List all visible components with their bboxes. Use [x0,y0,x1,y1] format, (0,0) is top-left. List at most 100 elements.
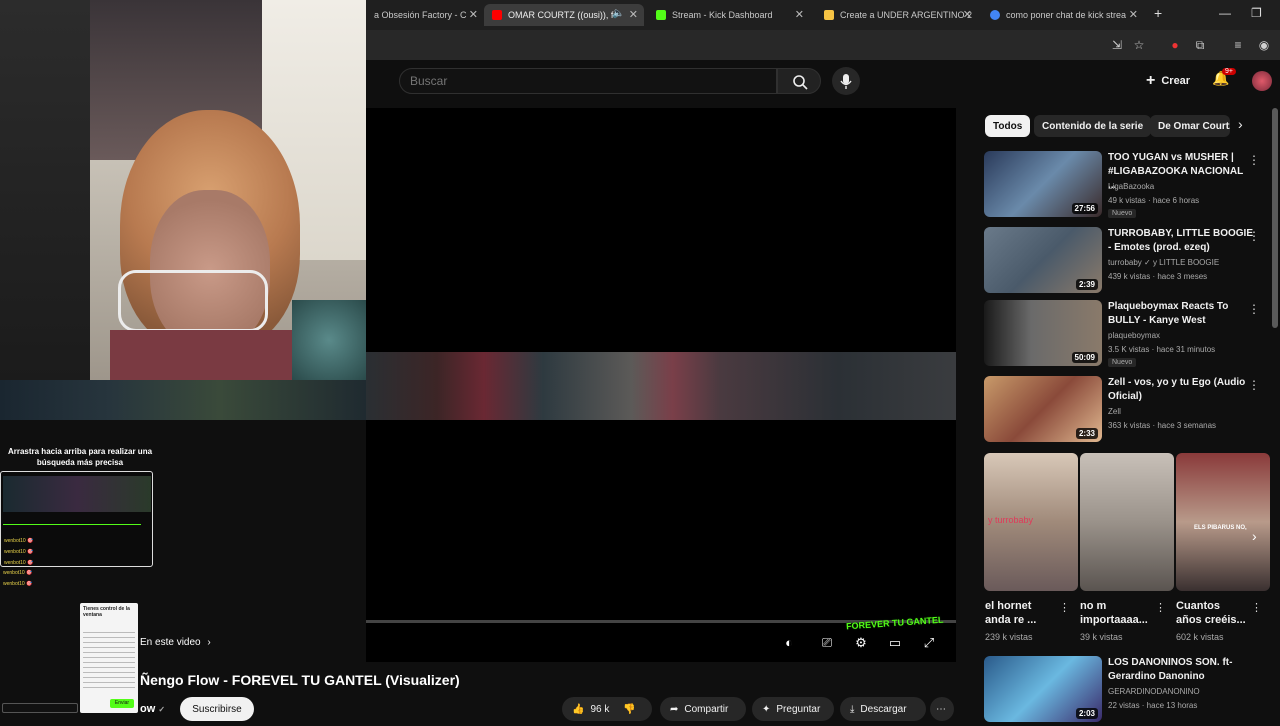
chat-message: wenbot10 🎯 [3,570,33,576]
short-views: 239 k vistas [985,632,1033,642]
short-views: 39 k vistas [1080,632,1123,642]
more-actions-button[interactable]: ⋯ [930,697,954,721]
recommendation-title[interactable]: LOS DANONINOS SON. ft- Gerardino Danonin… [1108,656,1254,684]
short-thumbnail[interactable]: y turrobaby [984,453,1078,591]
like-dislike-group[interactable]: 👍 96 k 👎 [562,697,652,721]
recommendation-channel[interactable]: turrobaby ✓ y LITTLE BOOGIE [1108,258,1219,267]
new-tab-icon[interactable]: + [1154,5,1162,21]
install-app-icon[interactable]: ⇲ [1109,37,1125,53]
plus-icon: + [1146,72,1156,89]
notifications-button[interactable]: 🔔 9+ [1212,68,1236,90]
video-thumbnail[interactable]: 2:33 [984,376,1102,442]
short-title[interactable]: no m importaaaa... [1080,599,1152,627]
tab-omar-courtz[interactable]: OMAR COURTZ ((ousi)), f 🔈 ✕ [484,4,644,26]
video-thumbnail[interactable]: 50:09 [984,300,1102,366]
chevron-right-icon[interactable]: › [1252,528,1257,544]
chip-omar-courtz[interactable]: De Omar Courtz [1150,115,1230,137]
media-controls-icon[interactable]: ≡ [1230,37,1246,53]
autoplay-toggle-icon[interactable]: ◐ [780,634,798,652]
settings-gear-icon[interactable]: ⚙ [852,634,870,652]
more-vertical-icon[interactable]: ⋮ [1251,601,1262,614]
chevron-right-icon[interactable]: › [1238,116,1243,132]
create-button[interactable]: + Crear [1146,72,1190,90]
tab-kick-dashboard[interactable]: Stream - Kick Dashboard ✕ [648,4,810,26]
page-scrollbar[interactable] [1272,108,1278,328]
ask-button[interactable]: ✦ Preguntar [752,697,834,721]
minimize-icon[interactable]: — [1219,6,1231,20]
close-icon[interactable]: ✕ [469,8,478,21]
close-icon[interactable]: ✕ [1129,8,1138,21]
recommendation-channel[interactable]: plaqueboymax [1108,331,1160,340]
thumbs-up-icon[interactable]: 👍 [572,704,584,715]
chip-label: Todos [993,120,1023,132]
verified-icon: ✓ [158,705,166,714]
search-button[interactable] [777,68,821,94]
send-button[interactable]: Enviar [110,699,134,708]
recommendation-item[interactable]: 50:09 Plaqueboymax Reacts To BULLY - Kan… [984,300,1274,370]
in-this-video-link[interactable]: En este video › [140,637,211,648]
chat-message: wenbot10 🎯 [4,538,34,544]
recommendation-title[interactable]: Plaqueboymax Reacts To BULLY - Kanye Wes… [1108,300,1254,328]
bookmark-star-icon[interactable]: ☆ [1131,37,1147,53]
theater-mode-icon[interactable]: ▭ [886,634,904,652]
short-title[interactable]: Cuantos años creéis... [1176,599,1248,627]
recommendation-channel[interactable]: LigaBazooka [1108,182,1154,191]
recommendation-item[interactable]: 2:39 TURROBABY, LITTLE BOOGIE - Emotes (… [984,227,1274,297]
tab-under-argentino[interactable]: Create a UNDER ARGENTINO 2 ✕ [816,4,978,26]
close-icon[interactable]: ✕ [629,8,638,21]
thumbs-down-icon[interactable]: 👎 [623,704,635,715]
video-thumbnail[interactable]: 27:56 [984,151,1102,217]
short-thumbnail[interactable] [1080,453,1174,591]
duration-badge: 27:56 [1071,203,1098,214]
voice-search-button[interactable] [832,67,860,95]
more-vertical-icon[interactable]: ⋮ [1248,378,1260,392]
youtube-favicon-icon [492,10,502,20]
close-icon[interactable]: ✕ [963,8,972,21]
chip-todos[interactable]: Todos [985,115,1031,137]
avatar[interactable] [1252,71,1272,91]
chat-input[interactable] [2,703,78,713]
search-icon [793,75,808,90]
short-title[interactable]: el hornet anda re ... [985,599,1055,627]
more-vertical-icon[interactable]: ⋮ [1248,153,1260,167]
channel-label: ow [140,703,156,715]
more-vertical-icon[interactable]: ⋮ [1059,601,1070,614]
download-button[interactable]: ⤓ Descargar [840,697,926,721]
tab-obsesion-factory[interactable]: a Obsesión Factory - C ✕ [366,4,484,26]
short-thumbnail[interactable]: ELS PIBARUS NO, [1176,453,1270,591]
recommendation-item[interactable]: 27:56 TOO YUGAN vs MUSHER | #LIGABAZOOKA… [984,151,1274,221]
chip-series[interactable]: Contenido de la serie [1034,115,1152,137]
subtitles-icon[interactable]: ⎚ [818,634,836,652]
subscribe-button[interactable]: Suscribirse [180,697,254,721]
recommendation-meta: 3.5 K vistas · hace 31 minutos [1108,345,1216,354]
speaker-icon[interactable]: 🔈 [612,8,624,19]
duration-badge: 2:39 [1075,279,1098,290]
profile-icon[interactable]: ◉ [1256,37,1272,53]
extensions-icon[interactable]: ⧉ [1192,37,1208,53]
recommendation-title[interactable]: TURROBABY, LITTLE BOOGIE - Emotes (prod.… [1108,227,1254,255]
more-vertical-icon[interactable]: ⋮ [1155,601,1166,614]
channel-name[interactable]: ow ✓ [140,703,165,715]
tab-google-search[interactable]: como poner chat de kick strea ✕ [982,4,1144,26]
close-icon[interactable]: ✕ [795,8,804,21]
tab-label: como poner chat de kick strea [1006,10,1127,20]
more-vertical-icon[interactable]: ⋮ [1248,229,1260,243]
more-vertical-icon[interactable]: ⋮ [1248,302,1260,316]
chat-preview-window[interactable]: wenbot10 🎯 wenbot10 🎯 wenbot10 🎯 [0,471,153,567]
recommendation-item[interactable]: 2:33 Zell - vos, yo y tu Ego (Audio Ofic… [984,376,1274,446]
maximize-icon[interactable]: ❐ [1251,6,1262,20]
recommendation-channel[interactable]: GERARDINODANONINO [1108,687,1200,696]
recommendation-channel[interactable]: Zell [1108,407,1121,416]
fullscreen-icon[interactable]: ⤢ [920,634,938,652]
video-thumbnail[interactable]: 2:39 [984,227,1102,293]
ask-label: Preguntar [776,703,821,715]
video-thumbnail[interactable]: 2:03 [984,656,1102,722]
create-label: Crear [1161,75,1191,87]
recommendation-item[interactable]: 2:03 LOS DANONINOS SON. ft- Gerardino Da… [984,656,1274,726]
recommendation-title[interactable]: Zell - vos, yo y tu Ego (Audio Oficial) [1108,376,1254,404]
search-input[interactable] [399,68,777,94]
new-badge: Nuevo [1108,209,1137,218]
share-button[interactable]: ➦ Compartir [660,697,746,721]
extension-record-icon[interactable]: ● [1167,37,1183,53]
short-overlay-text: y turrobaby [988,515,1034,525]
